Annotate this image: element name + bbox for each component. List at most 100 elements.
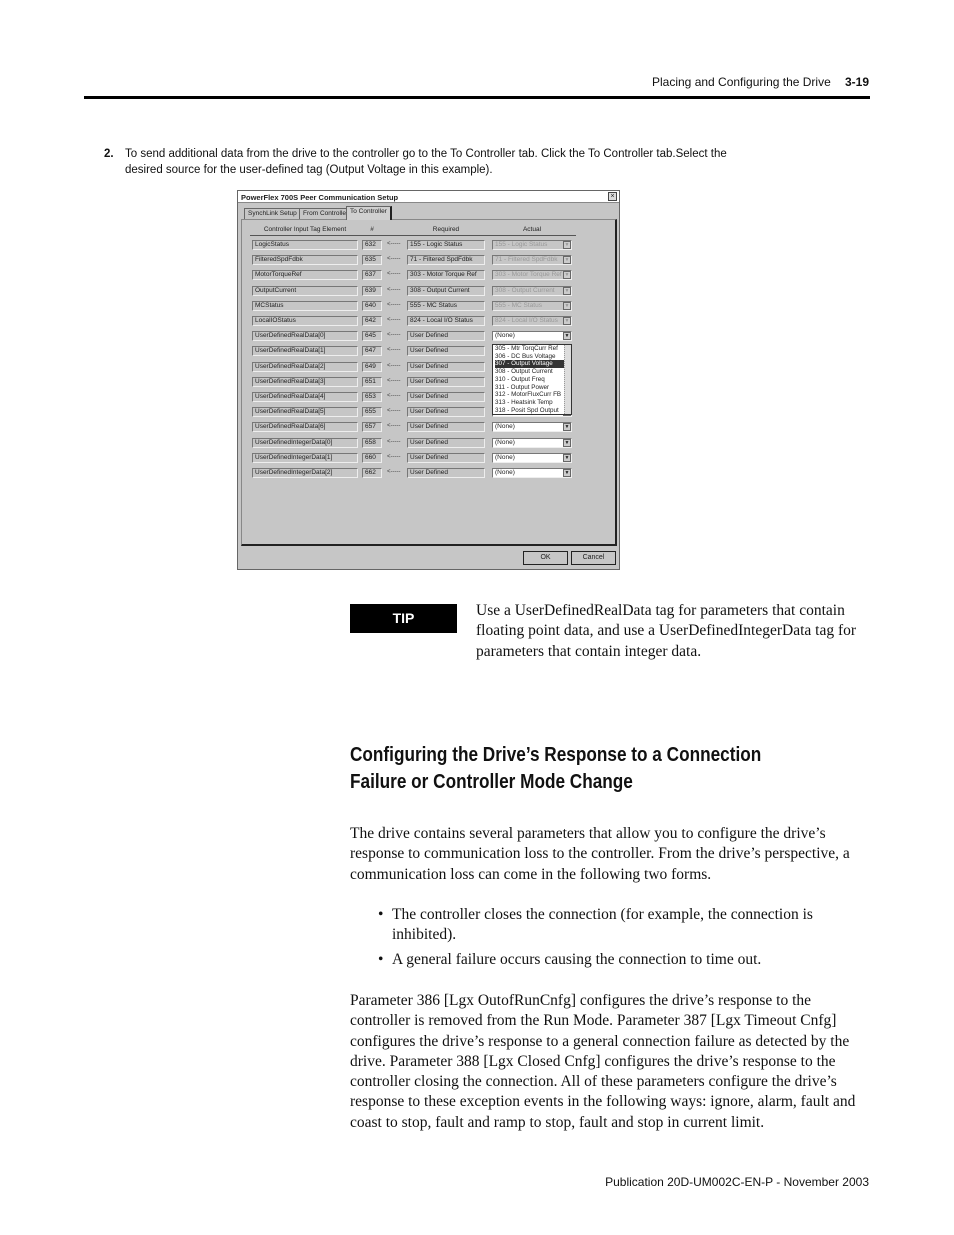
dropdown-option[interactable]: 318 - Posit Spd Output — [495, 407, 571, 415]
chevron-down-icon: ▼ — [563, 241, 571, 249]
footer-publication: Publication 20D-UM002C-EN-P - November 2… — [605, 1175, 869, 1189]
ok-button[interactable]: OK — [523, 551, 568, 565]
actual-value: 155 - Logic Status — [495, 241, 548, 248]
dropdown-option[interactable]: 308 - Output Current — [495, 368, 571, 376]
arrow-label: <----- — [387, 301, 401, 308]
list-scrollbar[interactable] — [564, 345, 571, 414]
tag-element-field: LocalIOStatus — [252, 316, 358, 326]
tag-number-field: 662 — [362, 468, 382, 478]
step-2: 2. To send additional data from the driv… — [104, 146, 744, 178]
actual-select[interactable]: (None) ▼ — [492, 422, 572, 433]
tag-element-field: UserDefinedIntegerData[1] — [252, 452, 358, 463]
arrow-label: <----- — [387, 438, 401, 445]
tag-number-field: 653 — [362, 392, 382, 402]
chevron-down-icon[interactable]: ▼ — [563, 453, 571, 462]
chevron-down-icon[interactable]: ▼ — [563, 332, 571, 341]
required-field: User Defined — [407, 361, 485, 372]
chevron-down-icon[interactable]: ▼ — [563, 469, 571, 477]
step-number: 2. — [104, 148, 114, 160]
peer-communication-dialog: PowerFlex 700S Peer Communication Setup … — [237, 190, 620, 570]
arrow-label: <----- — [387, 423, 401, 430]
tag-element-field: MCStatus — [252, 300, 358, 311]
tag-number-field: 637 — [362, 270, 382, 281]
chevron-down-icon: ▼ — [563, 271, 571, 280]
required-field: User Defined — [407, 331, 485, 342]
chevron-down-icon: ▼ — [563, 256, 571, 265]
arrow-label: <----- — [387, 241, 401, 247]
arrow-label: <----- — [387, 469, 401, 475]
dropdown-option[interactable]: 305 - Mtr TorqCurr Ref — [495, 345, 571, 353]
required-field: 303 - Motor Torque Ref — [407, 270, 485, 281]
required-field: 308 - Output Current — [407, 285, 485, 296]
arrow-label: <----- — [387, 286, 401, 293]
tag-number-field: 645 — [362, 331, 382, 342]
tip-label: TIP — [350, 604, 457, 633]
chevron-down-icon: ▼ — [563, 301, 571, 310]
arrow-label: <----- — [387, 362, 401, 369]
required-field: User Defined — [407, 346, 485, 357]
arrow-label: <----- — [387, 347, 401, 354]
dropdown-option[interactable]: 310 - Output Freq — [495, 376, 571, 384]
arrow-label: <----- — [387, 271, 401, 278]
step-text: To send additional data from the drive t… — [125, 148, 727, 176]
actual-value: 71 - Filtered SpdFdbk — [495, 256, 558, 264]
tag-number-field: 635 — [362, 255, 382, 266]
required-field: User Defined — [407, 468, 485, 478]
tag-number-field: 649 — [362, 361, 382, 372]
tag-element-field: UserDefinedRealData[1] — [252, 346, 358, 357]
actual-value: 308 - Output Current — [495, 286, 555, 294]
tag-element-field: MotorTorqueRef — [252, 270, 358, 281]
tag-number-field: 658 — [362, 437, 382, 448]
col-required: Required — [432, 226, 460, 233]
header-rule — [84, 96, 870, 99]
actual-dropdown-list[interactable]: 305 - Mtr TorqCurr Ref 306 - DC Bus Volta… — [492, 344, 572, 415]
dropdown-option[interactable]: 311 - Output Power — [495, 384, 571, 392]
actual-value: (None) — [495, 469, 515, 476]
tag-number-field: 651 — [362, 376, 382, 387]
required-field: User Defined — [407, 376, 485, 387]
actual-select[interactable]: (None) ▼ — [492, 331, 572, 342]
required-field: User Defined — [407, 392, 485, 402]
actual-value: (None) — [495, 438, 515, 446]
tag-element-field: OutputCurrent — [252, 285, 358, 296]
paragraph-1: The drive contains several parameters th… — [350, 825, 850, 883]
actual-select: 71 - Filtered SpdFdbk ▼ — [492, 255, 572, 266]
tag-element-field: UserDefinedRealData[4] — [252, 392, 358, 402]
required-field: 155 - Logic Status — [407, 240, 485, 250]
dropdown-option[interactable]: 306 - DC Bus Voltage — [495, 353, 571, 361]
col-tag-element: Controller Input Tag Element — [263, 226, 347, 233]
arrow-label: <----- — [387, 377, 401, 384]
chevron-down-icon: ▼ — [563, 286, 571, 295]
header-section: Placing and Configuring the Drive — [652, 75, 831, 89]
tag-element-field: UserDefinedIntegerData[0] — [252, 437, 358, 448]
actual-select[interactable]: (None) ▼ — [492, 468, 572, 478]
tab-synchlink-setup[interactable]: SynchLink Setup — [244, 208, 301, 219]
tab-to-controller[interactable]: To Controller — [346, 206, 392, 220]
tab-from-controller[interactable]: From Controller — [299, 208, 353, 219]
required-field: User Defined — [407, 452, 485, 463]
dropdown-option[interactable]: 313 - Heatsink Temp — [495, 399, 571, 407]
chevron-down-icon[interactable]: ▼ — [563, 438, 571, 447]
tag-number-field: 642 — [362, 316, 382, 326]
actual-select[interactable]: (None) ▼ — [492, 452, 572, 463]
arrow-label: <----- — [387, 453, 401, 460]
chevron-down-icon: ▼ — [563, 317, 571, 325]
required-field: 824 - Local I/O Status — [407, 316, 485, 326]
close-button[interactable]: × — [608, 192, 617, 201]
actual-value: 824 - Local I/O Status — [495, 317, 558, 324]
dropdown-option[interactable]: 307 - Output Voltage — [495, 360, 571, 369]
col-actual: Actual — [522, 226, 542, 233]
tag-number-field: 640 — [362, 300, 382, 311]
dropdown-option[interactable]: 312 - MotorFluxCurr FB — [495, 391, 571, 399]
tag-number-field: 639 — [362, 285, 382, 296]
actual-select[interactable]: (None) ▼ — [492, 437, 572, 448]
actual-value: (None) — [495, 423, 515, 431]
cancel-button[interactable]: Cancel — [571, 551, 616, 565]
tag-element-field: UserDefinedRealData[6] — [252, 422, 358, 433]
chevron-down-icon[interactable]: ▼ — [563, 423, 571, 432]
actual-select: 155 - Logic Status ▼ — [492, 240, 572, 250]
tip-text: Use a UserDefinedRealData tag for parame… — [476, 602, 857, 660]
section-heading: Configuring the Drive’s Response to a Co… — [350, 744, 762, 793]
page-number: 3-19 — [845, 75, 870, 89]
arrow-label: <----- — [387, 256, 401, 263]
